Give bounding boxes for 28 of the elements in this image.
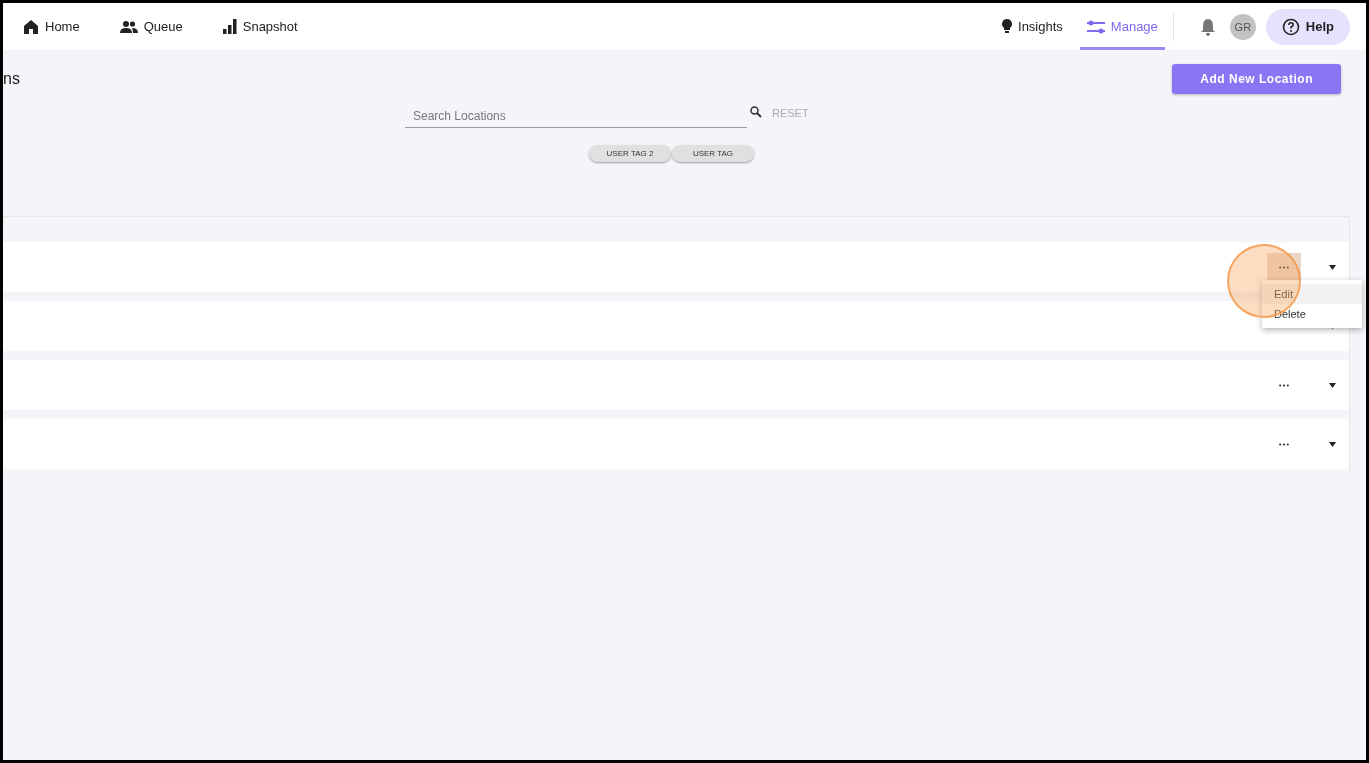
search-icon[interactable] xyxy=(750,106,762,118)
add-location-button[interactable]: Add New Location xyxy=(1172,64,1341,94)
nav-link[interactable]: Home xyxy=(16,3,87,50)
bar-chart-icon xyxy=(222,19,237,34)
nav-tab[interactable]: Manage xyxy=(1079,3,1165,50)
ellipsis-icon xyxy=(1279,442,1289,446)
nav-tab[interactable]: Insights xyxy=(995,3,1070,50)
people-icon xyxy=(119,19,138,34)
notification-bell-icon[interactable] xyxy=(1199,17,1216,36)
menu-item[interactable]: Edit xyxy=(1262,284,1362,304)
menu-item[interactable]: Delete xyxy=(1262,304,1362,324)
user-avatar[interactable]: GR xyxy=(1229,13,1256,40)
caret-icon[interactable] xyxy=(1329,264,1336,270)
caret-icon[interactable] xyxy=(1329,382,1336,388)
ellipsis-icon xyxy=(1279,265,1289,269)
caret-icon[interactable] xyxy=(1329,441,1336,447)
sliders-icon xyxy=(1086,19,1105,34)
page-title: ns xyxy=(3,70,20,88)
search-field[interactable]: Search Locations xyxy=(405,99,747,128)
home-icon xyxy=(23,18,39,35)
help-button[interactable]: Help xyxy=(1265,8,1350,45)
tag-chip[interactable]: USER TAG 2 xyxy=(589,145,671,162)
nav-link[interactable]: Snapshot xyxy=(215,3,305,50)
tag-chip[interactable]: USER TAG xyxy=(672,145,754,162)
ellipsis-icon xyxy=(1279,383,1289,387)
nav-link[interactable]: Queue xyxy=(112,3,190,50)
help-icon xyxy=(1281,17,1300,36)
lightbulb-icon xyxy=(1002,19,1013,34)
